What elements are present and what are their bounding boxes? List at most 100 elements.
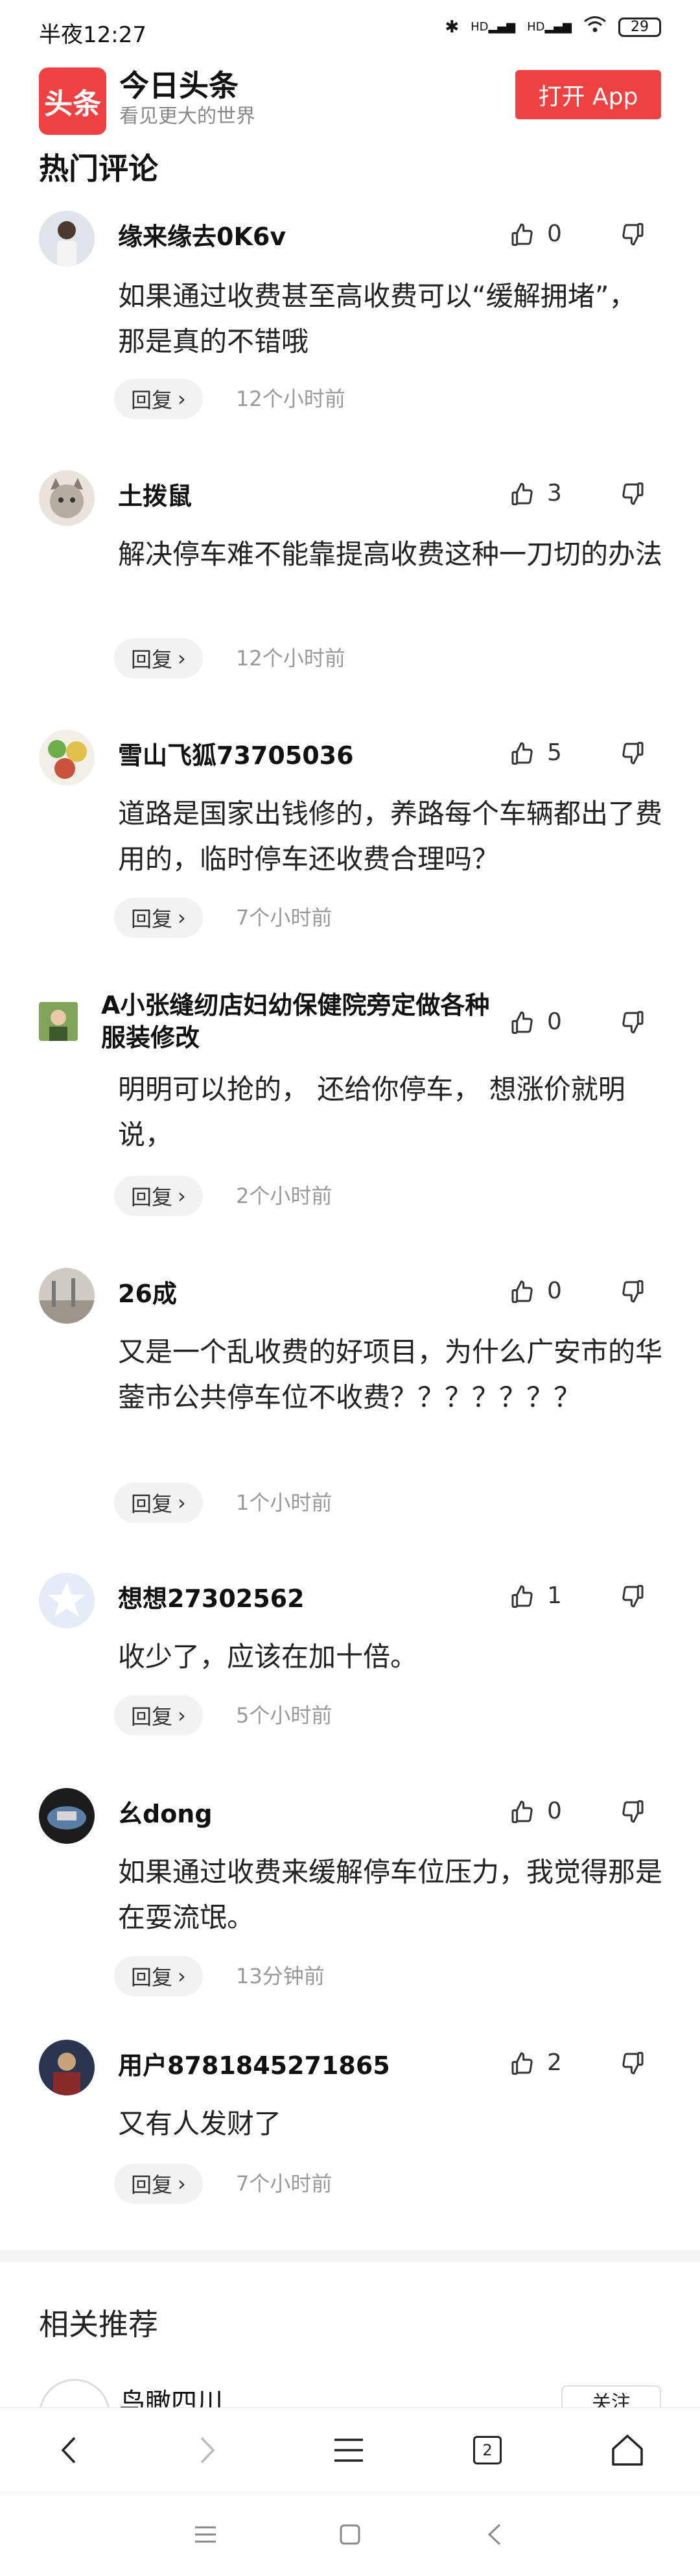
- reply-label: 回复: [131, 1492, 173, 1516]
- avatar: [39, 2379, 110, 2411]
- browser-toolbar: 2: [0, 2407, 700, 2492]
- signal-icon-2: HD▂▄▆: [527, 20, 572, 34]
- avatar[interactable]: [39, 730, 95, 785]
- comment-username[interactable]: 用户8781845271865: [118, 2049, 481, 2082]
- comment-text: 道路是国家出钱修的，养路每个车辆都出了费用的，临时停车还收费合理吗？: [118, 798, 663, 875]
- back-nav-button[interactable]: [480, 2520, 509, 2549]
- thumbs-up-icon: [511, 223, 533, 246]
- avatar[interactable]: [39, 1788, 95, 1844]
- reply-button[interactable]: 回复 ›: [114, 379, 203, 419]
- menu-icon: [334, 2439, 363, 2462]
- comment-text: 收少了，应该在加十倍。: [118, 1641, 418, 1673]
- chevron-left-icon: [61, 2437, 76, 2464]
- thumbs-up-icon: [511, 1585, 533, 1608]
- reply-button[interactable]: 回复 ›: [114, 2164, 203, 2204]
- battery-icon: 29: [618, 17, 661, 37]
- like-button[interactable]: 5: [509, 739, 562, 766]
- reply-button[interactable]: 回复 ›: [114, 1695, 203, 1735]
- reply-label: 回复: [131, 1965, 173, 1990]
- comment-time: 2个小时前: [236, 1184, 332, 1208]
- reply-button[interactable]: 回复 ›: [114, 1956, 203, 1996]
- reply-button[interactable]: 回复 ›: [114, 638, 203, 678]
- comment-username[interactable]: 缘来缘去0K6v: [118, 221, 481, 253]
- like-button[interactable]: 3: [509, 480, 562, 507]
- reply-button[interactable]: 回复 ›: [114, 1483, 203, 1523]
- thumbs-up-icon: [511, 1011, 533, 1034]
- thumbs-up-icon: [511, 1280, 533, 1303]
- comment-text: 如果通过收费来缓解停车位压力，我觉得那是在耍流氓。: [118, 1856, 663, 1933]
- like-button[interactable]: 0: [509, 1008, 562, 1035]
- back-button[interactable]: [49, 2431, 88, 2470]
- related-item[interactable]: 鸟瞰四川 关注: [39, 2379, 700, 2411]
- comment-time: 12个小时前: [236, 387, 345, 411]
- toutiao-logo: 头条: [39, 67, 106, 135]
- app-header: 头条 今日头条 看见更大的世界 打开 App: [0, 62, 700, 135]
- dislike-button[interactable]: [620, 1279, 646, 1307]
- comment-text: 解决停车难不能靠提高收费这种一刀切的办法: [118, 538, 663, 570]
- like-button[interactable]: 1: [509, 1582, 562, 1609]
- chevron-right-icon: ›: [178, 2171, 186, 2196]
- comment-username[interactable]: 想想27302562: [118, 1582, 481, 1615]
- thumbs-down-icon: [622, 1010, 644, 1034]
- like-button[interactable]: 0: [509, 221, 562, 247]
- reply-label: 回复: [131, 907, 173, 931]
- comment-username[interactable]: 雪山飞狐73705036: [118, 739, 481, 772]
- forward-button[interactable]: [188, 2431, 227, 2470]
- like-button[interactable]: 2: [509, 2049, 562, 2076]
- thumbs-up-icon: [511, 2052, 533, 2075]
- like-count: 0: [547, 1008, 562, 1035]
- tabs-icon: 2: [473, 2436, 502, 2464]
- chevron-right-icon: ›: [178, 387, 186, 411]
- like-count: 2: [547, 2049, 562, 2076]
- open-app-button[interactable]: 打开 App: [515, 70, 661, 119]
- comment-time: 7个小时前: [236, 2171, 332, 2196]
- avatar[interactable]: [39, 211, 95, 267]
- menu-button[interactable]: [329, 2431, 368, 2470]
- thumbs-up-icon: [511, 1800, 533, 1823]
- dislike-button[interactable]: [620, 481, 646, 510]
- avatar[interactable]: [39, 2040, 95, 2095]
- bluetooth-icon: ✱: [445, 17, 460, 37]
- thumbs-down-icon: [622, 482, 644, 505]
- dislike-button[interactable]: [620, 222, 646, 250]
- comment-username[interactable]: 土拨鼠: [118, 480, 481, 512]
- comment-username[interactable]: 幺dong: [118, 1798, 481, 1830]
- back-triangle-icon: [487, 2523, 501, 2546]
- thumbs-up-icon: [511, 742, 533, 765]
- home-nav-button[interactable]: [335, 2520, 365, 2549]
- avatar[interactable]: [39, 1268, 95, 1324]
- avatar[interactable]: [39, 470, 95, 526]
- home-button[interactable]: [608, 2431, 647, 2470]
- like-button[interactable]: 0: [509, 1278, 562, 1304]
- dislike-button[interactable]: [620, 1010, 646, 1038]
- thumbs-down-icon: [622, 741, 644, 765]
- comment-username[interactable]: 26成: [118, 1278, 481, 1310]
- chevron-right-icon: ›: [178, 646, 186, 671]
- dislike-button[interactable]: [620, 1799, 646, 1828]
- comment-text: 又有人发财了: [118, 2108, 282, 2140]
- comment-username[interactable]: A小张缝纫店妇幼保健院旁定做各种服装修改: [101, 989, 490, 1054]
- hot-comments-title: 热门评论: [39, 151, 158, 186]
- dislike-button[interactable]: [620, 741, 646, 769]
- dislike-button[interactable]: [620, 1584, 646, 1612]
- reply-label: 回复: [131, 1704, 173, 1729]
- reply-button[interactable]: 回复 ›: [114, 898, 203, 938]
- reply-button[interactable]: 回复 ›: [114, 1176, 203, 1216]
- comment-time: 1个小时前: [236, 1490, 332, 1515]
- thumbs-down-icon: [622, 1800, 644, 1823]
- status-time: 半夜12:27: [39, 22, 146, 48]
- chevron-right-icon: ›: [178, 905, 186, 930]
- dislike-button[interactable]: [620, 2051, 646, 2079]
- tabs-button[interactable]: 2: [468, 2431, 507, 2470]
- thumbs-down-icon: [622, 1280, 644, 1303]
- recent-apps-button[interactable]: [191, 2520, 220, 2549]
- chevron-right-icon: ›: [178, 1964, 186, 1988]
- avatar[interactable]: [39, 1573, 95, 1628]
- like-button[interactable]: 0: [509, 1798, 562, 1824]
- avatar[interactable]: [39, 1002, 78, 1041]
- comment-time: 7个小时前: [236, 905, 332, 930]
- system-nav-bar: [0, 2492, 700, 2576]
- home-icon: [612, 2435, 643, 2466]
- chevron-right-icon: [200, 2437, 215, 2464]
- chevron-right-icon: ›: [178, 1703, 186, 1728]
